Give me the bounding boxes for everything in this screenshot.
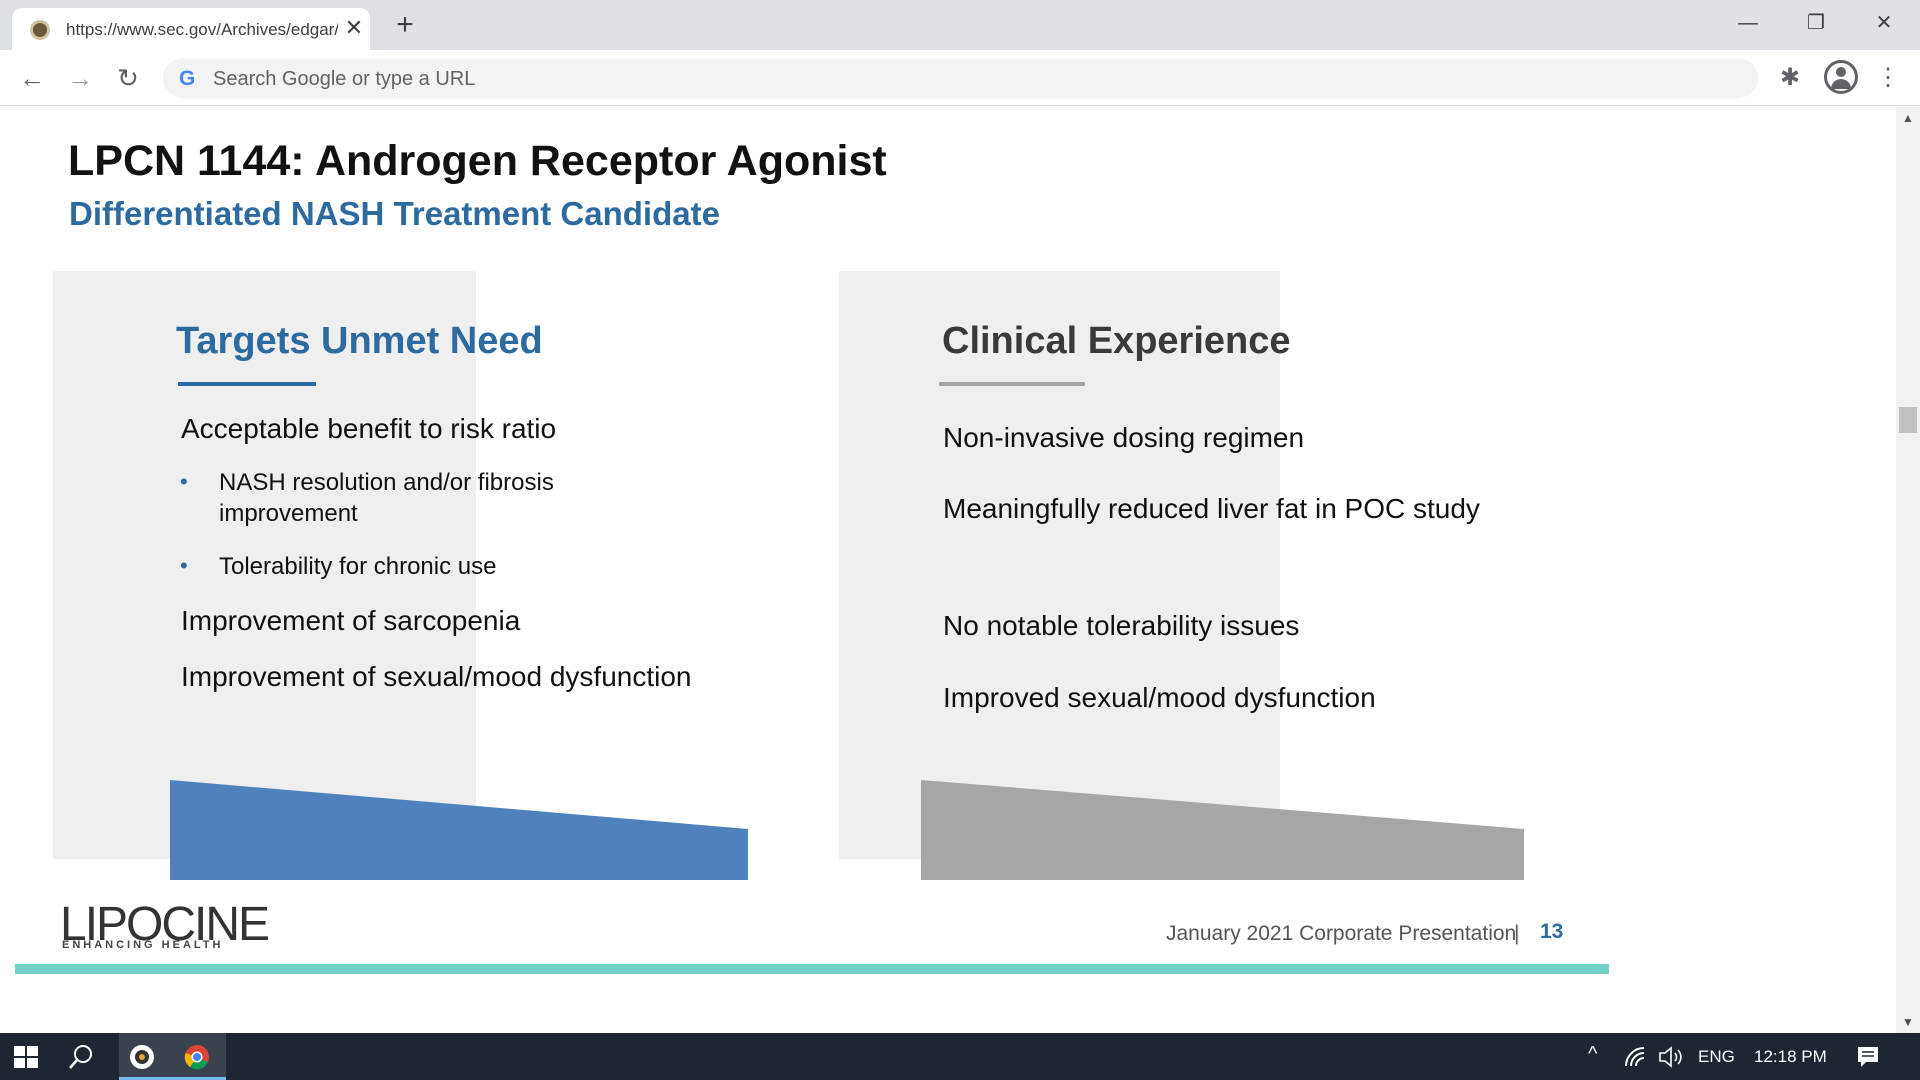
forward-button[interactable]: → bbox=[64, 62, 96, 94]
tab-strip: https://www.sec.gov/Archives/edgar/data/… bbox=[0, 0, 1920, 50]
slide-subtitle: Differentiated NASH Treatment Candidate bbox=[69, 195, 720, 232]
tab-title: https://www.sec.gov/Archives/edgar/data/ bbox=[66, 20, 338, 39]
right-heading-underline bbox=[939, 382, 1085, 386]
media-app-icon[interactable] bbox=[128, 1043, 156, 1071]
left-item-2: Improvement of sarcopenia bbox=[181, 605, 521, 636]
scroll-up-icon[interactable]: ▲ bbox=[1902, 111, 1914, 125]
address-bar[interactable]: G Search Google or type a URL bbox=[163, 58, 1758, 98]
left-item-3: Improvement of sexual/mood dysfunction bbox=[181, 661, 692, 692]
bullet-dot: • bbox=[180, 553, 188, 578]
presentation-label: January 2021 Corporate Presentation bbox=[1166, 922, 1517, 945]
slide-title: LPCN 1144: Androgen Receptor Agonist bbox=[68, 137, 887, 185]
right-item-4: Improved sexual/mood dysfunction bbox=[943, 682, 1376, 713]
left-bullet-1: NASH resolution and/or fibrosis improvem… bbox=[219, 469, 554, 528]
profile-avatar-icon[interactable] bbox=[1824, 60, 1858, 94]
clock[interactable]: 12:18 PM bbox=[1754, 1047, 1827, 1067]
right-item-1: Non-invasive dosing regimen bbox=[943, 422, 1305, 453]
language-indicator[interactable]: ENG bbox=[1698, 1047, 1735, 1067]
restore-button[interactable]: ❐ bbox=[1796, 8, 1836, 38]
google-icon: G bbox=[179, 67, 196, 90]
address-placeholder: Search Google or type a URL bbox=[213, 68, 476, 90]
windows-taskbar: ^ ENG 12:18 PM bbox=[0, 1033, 1920, 1080]
extensions-icon[interactable]: ✱ bbox=[1774, 62, 1806, 94]
logo-tagline: ENHANCING HEALTH bbox=[62, 939, 224, 951]
right-item-3: No notable tolerability issues bbox=[943, 610, 1300, 641]
left-bullet-2: Tolerability for chronic use bbox=[219, 553, 497, 580]
tab-close-icon[interactable]: ✕ bbox=[342, 16, 366, 40]
minimize-button[interactable]: — bbox=[1728, 8, 1768, 38]
browser-tab[interactable]: https://www.sec.gov/Archives/edgar/data/… bbox=[12, 8, 370, 50]
left-heading-underline bbox=[178, 382, 316, 386]
volume-icon[interactable] bbox=[1658, 1045, 1684, 1069]
tray-chevron-icon[interactable]: ^ bbox=[1588, 1043, 1597, 1066]
left-heading: Targets Unmet Need bbox=[176, 320, 543, 362]
teal-footer-bar bbox=[15, 964, 1609, 974]
footer-separator: | bbox=[1514, 922, 1520, 945]
right-heading: Clinical Experience bbox=[942, 320, 1291, 362]
right-item-2: Meaningfully reduced liver fat in POC st… bbox=[943, 493, 1480, 524]
new-tab-button[interactable]: + bbox=[390, 10, 420, 40]
windows-start-icon[interactable] bbox=[14, 1046, 38, 1068]
reload-button[interactable]: ↻ bbox=[112, 62, 144, 94]
close-window-button[interactable]: ✕ bbox=[1864, 8, 1904, 38]
notifications-icon[interactable] bbox=[1856, 1045, 1880, 1069]
bullet-dot: • bbox=[180, 469, 188, 494]
scroll-thumb[interactable] bbox=[1899, 407, 1917, 433]
left-item-1: Acceptable benefit to risk ratio bbox=[181, 413, 557, 444]
page-viewport: LPCN 1144: Androgen Receptor Agonist Dif… bbox=[0, 107, 1896, 1033]
browser-toolbar: ← → ↻ G Search Google or type a URL ✱ ⋮ bbox=[0, 50, 1920, 106]
menu-icon[interactable]: ⋮ bbox=[1872, 62, 1904, 94]
scroll-down-icon[interactable]: ▼ bbox=[1902, 1015, 1914, 1029]
network-icon[interactable] bbox=[1624, 1046, 1646, 1068]
sec-favicon-icon bbox=[30, 20, 50, 40]
vertical-scrollbar[interactable]: ▲ ▼ bbox=[1896, 107, 1920, 1033]
chrome-icon[interactable] bbox=[184, 1044, 210, 1070]
right-decorative-shape bbox=[921, 780, 1524, 880]
left-decorative-shape bbox=[170, 780, 748, 880]
back-button[interactable]: ← bbox=[16, 62, 48, 94]
page-number: 13 bbox=[1540, 920, 1564, 943]
search-icon[interactable] bbox=[68, 1044, 94, 1070]
